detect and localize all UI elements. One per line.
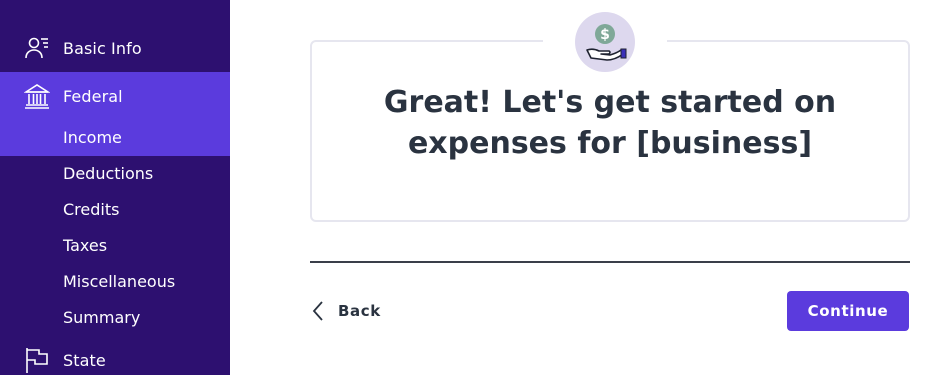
sidebar-item-basic-info[interactable]: Basic Info xyxy=(0,35,230,61)
heading-line-1: Great! Let's get started on xyxy=(383,85,837,120)
heading-line-2: expenses for [business] xyxy=(407,126,813,161)
continue-button[interactable]: Continue xyxy=(787,291,909,331)
main-content: $ Great! Let's get started on expenses f… xyxy=(230,0,933,375)
sidebar-item-label: Federal xyxy=(63,86,123,106)
sidebar-item-federal[interactable]: Federal xyxy=(0,83,230,109)
chevron-left-icon xyxy=(310,299,330,323)
page-heading: Great! Let's get started on expenses for… xyxy=(310,82,910,164)
hand-money-icon: $ xyxy=(575,12,635,72)
divider xyxy=(310,261,910,263)
sidebar-subitem-income[interactable]: Income xyxy=(63,128,122,147)
back-label: Back xyxy=(338,302,381,320)
sidebar-subitem-deductions[interactable]: Deductions xyxy=(63,164,153,183)
sidebar: Basic Info Federal Income Deductions Cre… xyxy=(0,0,230,375)
sidebar-subitem-summary[interactable]: Summary xyxy=(63,308,140,327)
svg-text:$: $ xyxy=(600,27,610,43)
sidebar-subitem-credits[interactable]: Credits xyxy=(63,200,119,219)
flag-icon xyxy=(24,347,50,373)
bank-building-icon xyxy=(24,83,50,109)
back-button[interactable]: Back xyxy=(310,296,381,326)
sidebar-item-label: Basic Info xyxy=(63,38,142,58)
person-list-icon xyxy=(24,35,50,61)
sidebar-item-state[interactable]: State xyxy=(0,347,230,373)
sidebar-subitem-miscellaneous[interactable]: Miscellaneous xyxy=(63,272,175,291)
sidebar-item-label: State xyxy=(63,350,106,370)
sidebar-subitem-taxes[interactable]: Taxes xyxy=(63,236,107,255)
